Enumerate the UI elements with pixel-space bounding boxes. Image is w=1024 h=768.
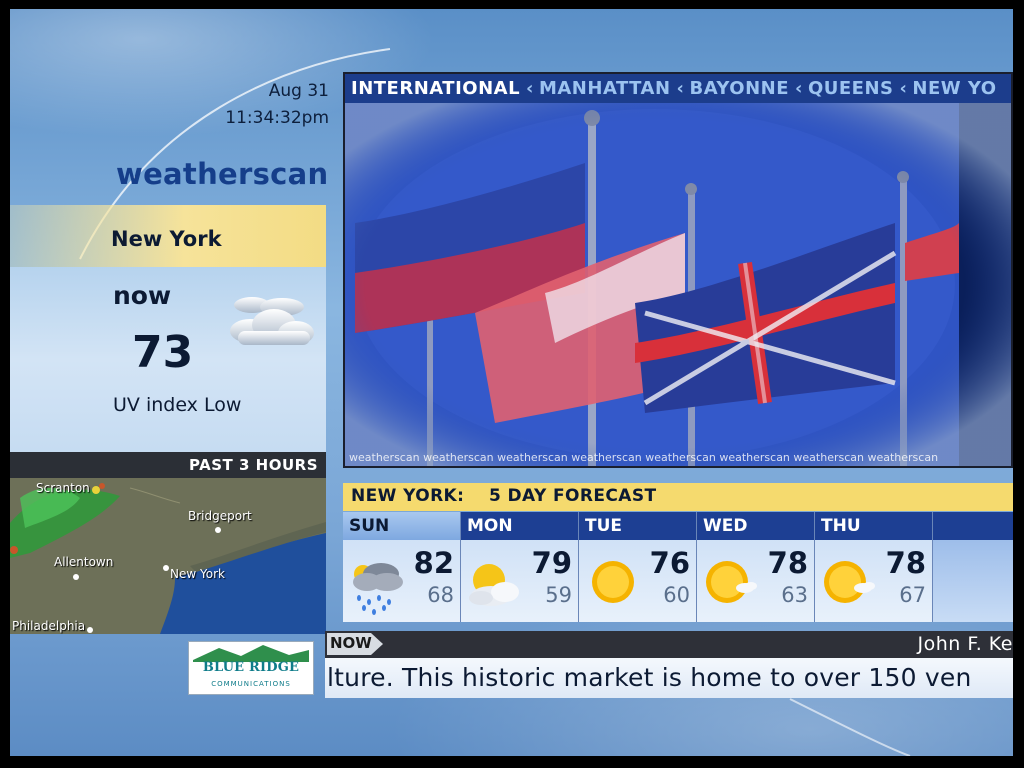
sponsor-logo: BLUE RIDGE COMMUNICATIONS [188, 641, 314, 695]
forecast-day: THU 78 67 [815, 512, 933, 622]
radar-city-label: Allentown [54, 555, 114, 569]
radar-city-label: Bridgeport [188, 509, 252, 523]
video-panel: INTERNATIONAL ‹ MANHATTAN ‹ BAYONNE ‹ QUEENS ‹ N… [343, 72, 1013, 468]
radar-city-label: Scranton [36, 481, 90, 495]
sunny-icon [592, 561, 634, 603]
sponsor-subtitle: COMMUNICATIONS [211, 680, 291, 688]
forecast-day-name: MON [461, 512, 578, 540]
now-tag: NOW [330, 634, 372, 652]
forecast-spacer [933, 512, 1013, 622]
forecast-day: WED 78 63 [697, 512, 815, 622]
location-tab-bayonne: BAYONNE [689, 78, 790, 99]
forecast-day-name: TUE [579, 512, 696, 540]
radar-city-label: Philadelphia [12, 619, 86, 633]
forecast-low: 60 [663, 583, 690, 607]
rain-cloud-icon [353, 563, 403, 615]
ticker-body: lture. This historic market is home to o… [325, 658, 1013, 698]
location-rotation-bar: INTERNATIONAL ‹ MANHATTAN ‹ BAYONNE ‹ QUEENS ‹ N… [345, 74, 1011, 103]
chevron-left-icon: ‹ [526, 78, 534, 99]
mostly-sunny-icon [824, 561, 875, 603]
ticker-header: NOW John F. Ke [325, 631, 1013, 658]
forecast-row: SUN 82 68 MON 79 59 TUE 76 60 WED 78 63 … [343, 512, 1013, 622]
location-tab-international: INTERNATIONAL [351, 78, 521, 99]
video-frame: weatherscan weatherscan weatherscan weat… [345, 103, 1011, 466]
location-name: New York [111, 227, 222, 251]
forecast-day-name: SUN [343, 512, 460, 540]
radar-map: Scranton Bridgeport Allentown New York P… [10, 478, 326, 634]
forecast-high: 78 [767, 546, 808, 580]
partly-cloudy-night-icon [230, 297, 314, 345]
now-label: now [113, 281, 172, 310]
forecast-day: TUE 76 60 [579, 512, 697, 622]
brand-logo: weatherscan [116, 157, 329, 191]
forecast-header: NEW YORK: 5 DAY FORECAST [343, 483, 1013, 511]
uv-index: UV index Low [113, 394, 242, 416]
ticker-location: John F. Ke [917, 633, 1013, 655]
chevron-left-icon: ‹ [899, 78, 908, 99]
weatherscan-screen: Aug 31 11:34:32pm weatherscan New York n… [10, 9, 1013, 756]
radar-header: PAST 3 HOURS [10, 452, 326, 478]
mostly-sunny-icon [706, 561, 757, 603]
video-watermark: weatherscan weatherscan weatherscan weat… [349, 451, 939, 464]
time-display: 11:34:32pm [225, 108, 329, 128]
forecast-title: 5 DAY FORECAST [489, 486, 657, 506]
forecast-low: 63 [781, 583, 808, 607]
forecast-location: NEW YORK: [351, 486, 465, 506]
forecast-day: SUN 82 68 [343, 512, 461, 622]
forecast-high: 82 [413, 546, 454, 580]
forecast-spacer-header [933, 512, 1013, 540]
ticker-text: lture. This historic market is home to o… [327, 663, 972, 692]
location-tab-new-york: NEW YO [912, 78, 997, 99]
radar-city-label: New York [170, 567, 225, 581]
partly-cloudy-icon [469, 564, 519, 606]
forecast-low: 59 [545, 583, 572, 607]
current-temperature: 73 [132, 327, 194, 378]
forecast-low: 67 [899, 583, 926, 607]
chevron-left-icon: ‹ [676, 78, 685, 99]
mountain-logo-icon [193, 645, 309, 662]
flags-video-image [345, 103, 1011, 466]
sponsor-name: BLUE RIDGE [202, 660, 300, 675]
chevron-left-icon: ‹ [795, 78, 803, 99]
location-tab-queens: QUEENS [807, 78, 894, 99]
forecast-day-name: WED [697, 512, 814, 540]
forecast-high: 79 [531, 546, 572, 580]
forecast-high: 78 [885, 546, 926, 580]
forecast-low: 68 [427, 583, 454, 607]
forecast-day: MON 79 59 [461, 512, 579, 622]
location-tab-manhattan: MANHATTAN [538, 78, 671, 99]
forecast-day-name: THU [815, 512, 932, 540]
radar-title: PAST 3 HOURS [189, 456, 318, 474]
forecast-high: 76 [649, 546, 690, 580]
date-display: Aug 31 [268, 81, 329, 101]
